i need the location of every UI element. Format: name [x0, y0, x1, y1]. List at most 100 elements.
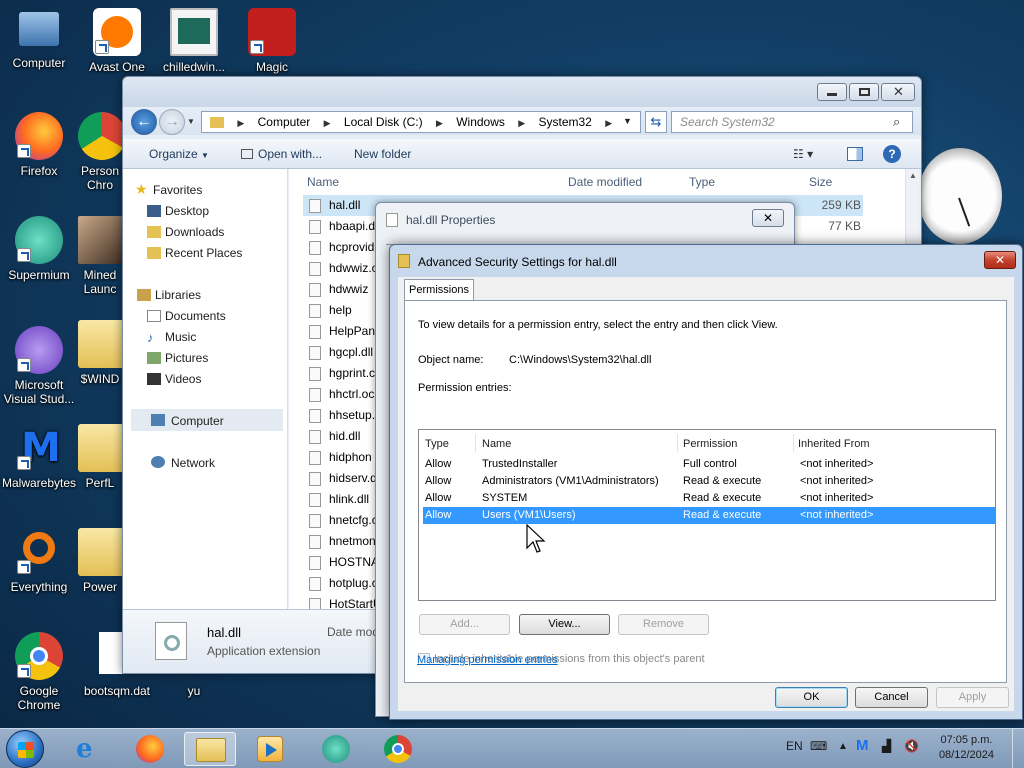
explorer-folder-icon: [196, 738, 226, 762]
close-icon: ✕: [762, 211, 774, 225]
desktop-icon-visual-studio[interactable]: Microsoft Visual Stud...: [0, 326, 78, 406]
desktop-icon-chilledwin[interactable]: chilledwin...: [155, 8, 233, 74]
favorites-star-icon: ★: [135, 181, 148, 197]
firefox-icon: [136, 735, 164, 763]
close-button[interactable]: ✕: [881, 83, 915, 101]
explorer-titlebar[interactable]: ✕: [123, 77, 921, 107]
address-dropdown-button[interactable]: ▼: [623, 116, 632, 126]
breadcrumb-local-disk[interactable]: Local Disk (C:): [344, 115, 423, 129]
keyboard-icon[interactable]: ⌨: [810, 739, 827, 753]
tab-permissions[interactable]: Permissions: [404, 279, 474, 301]
breadcrumb-system32[interactable]: System32: [539, 115, 592, 129]
ok-button[interactable]: OK: [775, 687, 848, 708]
pictures-icon: [147, 352, 161, 364]
advanced-security-dialog[interactable]: Advanced Security Settings for hal.dll ✕…: [389, 244, 1023, 720]
cancel-button[interactable]: Cancel: [855, 687, 928, 708]
organize-menu[interactable]: Organize ▼: [149, 147, 209, 161]
permission-entry-row[interactable]: Allow TrustedInstaller Full control <not in…: [423, 456, 995, 473]
breadcrumb-computer[interactable]: Computer: [258, 115, 311, 129]
new-folder-button[interactable]: New folder: [354, 147, 411, 161]
view-button[interactable]: View...: [519, 614, 610, 635]
column-type[interactable]: Type: [689, 175, 715, 189]
nav-downloads[interactable]: Downloads: [165, 225, 224, 239]
header-type[interactable]: Type: [425, 438, 449, 450]
taskbar-chrome[interactable]: [372, 732, 424, 766]
desktop-icon-supermium[interactable]: Supermium: [0, 216, 78, 282]
malwarebytes-tray-icon[interactable]: M: [856, 737, 869, 754]
nav-computer[interactable]: Computer: [171, 414, 224, 428]
nav-desktop[interactable]: Desktop: [165, 204, 209, 218]
clock-gadget[interactable]: [918, 148, 1002, 244]
header-name[interactable]: Name: [482, 438, 511, 450]
volume-muted-icon[interactable]: 🔇: [904, 739, 919, 753]
desktop-icon-computer[interactable]: Computer: [0, 8, 78, 70]
nav-videos[interactable]: Videos: [165, 372, 201, 386]
apply-button[interactable]: Apply: [936, 687, 1009, 708]
desktop-icon-malwarebytes[interactable]: M Malwarebytes: [0, 424, 78, 490]
permission-name-cell: Administrators (VM1\Administrators): [482, 475, 659, 487]
network-tray-icon[interactable]: ▟: [882, 739, 891, 753]
desktop-icon-label: Everything: [10, 580, 68, 594]
column-date-modified[interactable]: Date modified: [568, 175, 642, 189]
taskbar-explorer[interactable]: [184, 732, 236, 766]
search-icon: ⌕: [893, 114, 901, 129]
nav-music[interactable]: Music: [165, 330, 196, 344]
minimize-button[interactable]: [817, 83, 847, 101]
forward-button[interactable]: →: [159, 109, 185, 135]
taskbar: e EN ⌨ ▲ M ▟ 🔇 07:05 p.m. 08/12/2024: [0, 728, 1024, 768]
desktop-icon-minecraft[interactable]: Mined Launc: [78, 216, 122, 296]
taskbar-supermium[interactable]: [310, 732, 362, 766]
taskbar-media-player[interactable]: [244, 732, 296, 766]
nav-libraries[interactable]: Libraries: [155, 288, 201, 302]
nav-pictures[interactable]: Pictures: [165, 351, 208, 365]
view-options-icon[interactable]: ☷ ▾: [793, 147, 813, 161]
add-button[interactable]: Add...: [419, 614, 510, 635]
desktop-icon-chrome-personal[interactable]: Person Chro: [78, 112, 122, 192]
taskbar-internet-explorer[interactable]: e: [64, 732, 116, 766]
header-inherited-from[interactable]: Inherited From: [798, 438, 870, 450]
nav-recent-places[interactable]: Recent Places: [165, 246, 242, 260]
permission-entry-row[interactable]: Allow Users (VM1\Users) Read & execute <not…: [423, 507, 995, 524]
taskbar-firefox[interactable]: [124, 732, 176, 766]
desktop-icon-magic[interactable]: Magic: [233, 8, 311, 74]
remove-button[interactable]: Remove: [618, 614, 709, 635]
permission-entry-row[interactable]: Allow Administrators (VM1\Administrators)…: [423, 473, 995, 490]
column-size[interactable]: Size: [809, 175, 832, 189]
desktop-icon-power-folder[interactable]: Power: [78, 528, 122, 594]
back-button[interactable]: ←: [131, 109, 157, 135]
managing-permission-link[interactable]: Managing permission entries: [417, 654, 558, 666]
nav-favorites[interactable]: Favorites: [153, 183, 202, 197]
refresh-button[interactable]: ⇆: [645, 111, 667, 133]
desktop-icon-windows-folder[interactable]: $WIND: [78, 320, 122, 386]
breadcrumb-windows[interactable]: Windows: [456, 115, 505, 129]
breadcrumb-separator-icon: ▶: [323, 118, 331, 128]
column-name[interactable]: Name: [307, 175, 339, 189]
search-input[interactable]: Search System32: [671, 111, 913, 133]
recent-pages-dropdown[interactable]: ▼: [187, 117, 195, 126]
nav-network[interactable]: Network: [171, 456, 215, 470]
desktop-icon-google-chrome[interactable]: Google Chrome: [0, 632, 78, 712]
music-icon: ♪: [147, 330, 154, 345]
desktop-icon-perfl-folder[interactable]: PerfL: [78, 424, 122, 490]
taskbar-clock[interactable]: 07:05 p.m. 08/12/2024: [939, 733, 994, 763]
address-bar[interactable]: ▶ Computer ▶ Local Disk (C:) ▶ Windows ▶…: [201, 111, 641, 133]
help-icon[interactable]: ?: [883, 145, 901, 163]
preview-pane-icon[interactable]: [847, 147, 863, 161]
desktop-icon-avast[interactable]: Avast One: [78, 8, 156, 74]
open-with-button[interactable]: Open with...: [241, 147, 322, 161]
scroll-up-icon[interactable]: ▲: [909, 171, 917, 180]
permission-entries-table[interactable]: Type Name Permission Inherited From Allo…: [418, 429, 996, 601]
desktop-icon-firefox[interactable]: Firefox: [0, 112, 78, 178]
header-permission[interactable]: Permission: [683, 438, 737, 450]
show-desktop-button[interactable]: [1012, 729, 1024, 768]
start-button[interactable]: [6, 730, 44, 768]
permission-entry-row[interactable]: Allow SYSTEM Read & execute <not inherited>: [423, 490, 995, 507]
file-icon: [309, 325, 321, 339]
properties-close-button[interactable]: ✕: [752, 209, 784, 227]
maximize-button[interactable]: [849, 83, 879, 101]
advanced-close-button[interactable]: ✕: [984, 251, 1016, 269]
desktop-icon-everything[interactable]: Everything: [0, 528, 78, 594]
nav-documents[interactable]: Documents: [165, 309, 226, 323]
language-indicator[interactable]: EN: [786, 739, 803, 753]
tray-expand-icon[interactable]: ▲: [838, 741, 848, 752]
